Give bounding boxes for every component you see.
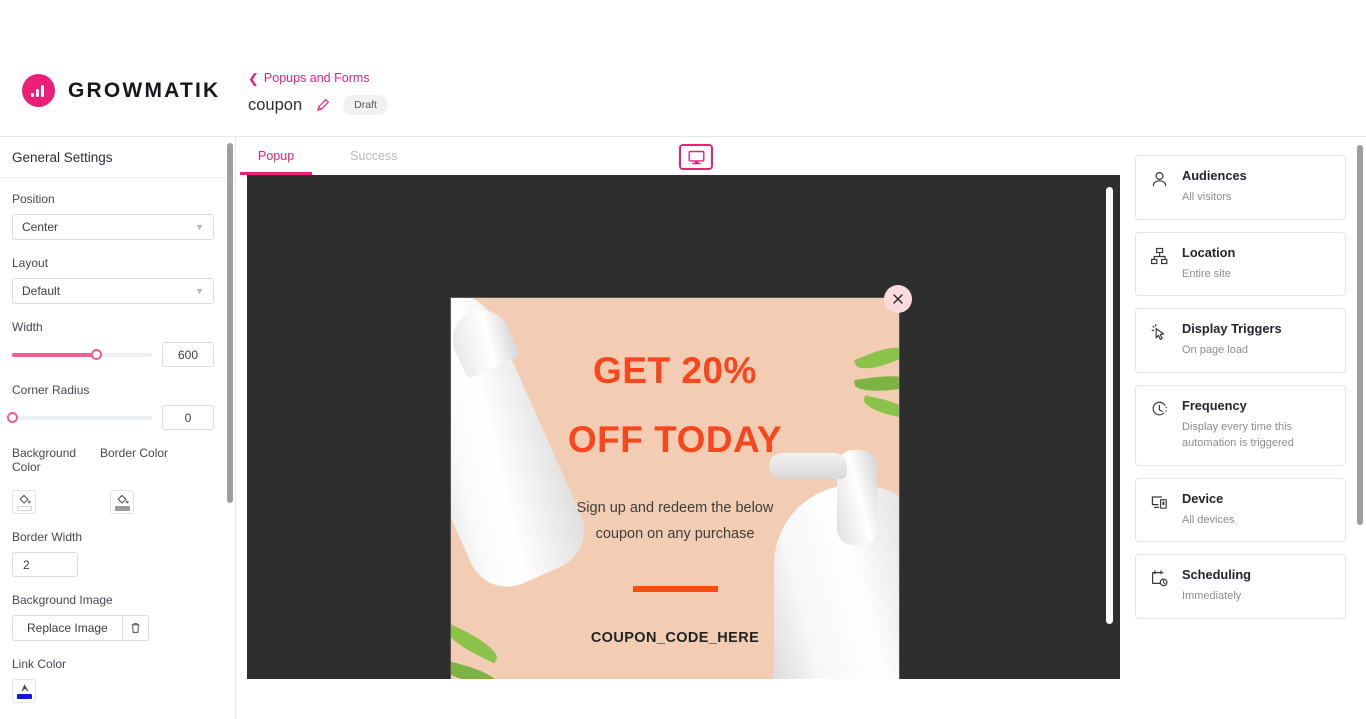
bar-chart-circle-logo-icon <box>22 74 55 107</box>
general-settings-panel: General Settings Position Center ▼ Layou… <box>0 137 236 719</box>
card-subtitle: All visitors <box>1182 191 1232 203</box>
corner-radius-input[interactable]: 0 <box>162 405 214 430</box>
border-width-input[interactable]: 2 <box>12 552 78 577</box>
card-title: Device <box>1182 490 1224 506</box>
position-value: Center <box>22 220 59 234</box>
person-icon <box>1152 171 1167 187</box>
paint-bucket-icon <box>116 494 129 504</box>
popup-creative[interactable]: GET 20% OFF TODAY Sign up and redeem the… <box>450 297 900 679</box>
card-subtitle: Display every time this automation is tr… <box>1182 420 1294 450</box>
background-color-picker[interactable] <box>12 490 36 514</box>
card-device[interactable]: Device All devices <box>1135 477 1346 542</box>
border-color-label: Border Color <box>100 446 169 460</box>
pencil-icon[interactable] <box>315 98 330 113</box>
popup-headline-line2: OFF TODAY <box>567 419 783 460</box>
layout-value: Default <box>22 284 61 298</box>
devices-icon <box>1151 495 1167 509</box>
right-panel-scrollbar[interactable] <box>1357 145 1363 525</box>
card-scheduling[interactable]: Scheduling Immediately <box>1135 554 1346 619</box>
tab-success[interactable]: Success <box>346 137 401 175</box>
width-label: Width <box>12 320 43 334</box>
position-select[interactable]: Center ▼ <box>12 214 214 240</box>
width-slider-knob[interactable] <box>91 348 102 360</box>
popup-coupon-code: COUPON_CODE_HERE <box>590 629 760 646</box>
corner-radius-label: Corner Radius <box>12 383 90 397</box>
paint-bucket-icon <box>18 494 31 504</box>
link-color-label: Link Color <box>12 657 67 671</box>
document-title-block: ❮ Popups and Forms coupon Draft <box>248 71 388 115</box>
card-frequency[interactable]: Frequency Display every time this automa… <box>1135 384 1346 466</box>
close-x-icon <box>893 294 903 304</box>
border-width-label: Border Width <box>12 530 83 544</box>
breadcrumb-back-link[interactable]: ❮ Popups and Forms <box>248 71 388 85</box>
cursor-click-icon <box>1151 324 1165 340</box>
canvas-scrollbar[interactable] <box>1106 187 1113 624</box>
popup-subtext: Sign up and redeem the below coupon on a… <box>577 496 774 548</box>
breadcrumb-label: Popups and Forms <box>263 71 370 85</box>
card-audiences[interactable]: Audiences All visitors <box>1135 155 1346 220</box>
card-subtitle: On page load <box>1182 344 1249 356</box>
popup-subtext-line1: Sign up and redeem the below <box>576 500 774 516</box>
chevron-down-icon: ▼ <box>195 286 204 296</box>
editor-canvas-area: Popup Success GET 20% OFF TODAY Sign up … <box>236 137 1120 719</box>
left-panel-scrollbar[interactable] <box>227 143 233 503</box>
card-title: Location <box>1182 244 1236 260</box>
link-color-picker[interactable] <box>12 679 36 703</box>
delete-image-button[interactable] <box>122 615 149 641</box>
card-subtitle: Immediately <box>1182 590 1242 602</box>
card-subtitle: All devices <box>1182 513 1235 526</box>
replace-image-button[interactable]: Replace Image <box>12 615 123 641</box>
popup-close-button[interactable] <box>884 285 912 313</box>
top-bar: GROWMATIK ❮ Popups and Forms coupon Draf… <box>0 61 1366 178</box>
card-display-triggers[interactable]: Display Triggers On page load <box>1135 308 1346 373</box>
background-image-label: Background Image <box>12 593 113 607</box>
width-input[interactable]: 600 <box>162 342 214 367</box>
layout-label: Layout <box>12 256 49 270</box>
settings-cards-panel: Audiences All visitors Location Entire s… <box>1120 137 1366 719</box>
corner-radius-slider-knob[interactable] <box>7 411 18 423</box>
corner-radius-slider[interactable] <box>7 411 152 423</box>
popup-divider <box>632 585 718 592</box>
tab-popup[interactable]: Popup <box>239 137 313 175</box>
preview-canvas: GET 20% OFF TODAY Sign up and redeem the… <box>247 175 1120 679</box>
popup-headline-line1: GET 20% <box>593 350 757 391</box>
status-badge: Draft <box>343 95 388 115</box>
desktop-preview-button[interactable] <box>679 144 713 170</box>
card-title: Frequency <box>1182 397 1247 413</box>
popup-subtext-line2: coupon on any purchase <box>595 525 755 542</box>
position-label: Position <box>12 192 55 206</box>
sitemap-icon <box>1151 247 1168 264</box>
calendar-clock-icon <box>1152 570 1168 587</box>
brand-name: GROWMATIK <box>68 78 221 102</box>
page-title: coupon <box>248 95 303 114</box>
chevron-down-icon: ▼ <box>195 222 204 232</box>
card-title: Audiences <box>1182 168 1247 183</box>
app-logo[interactable]: GROWMATIK <box>22 74 220 107</box>
desktop-monitor-icon <box>688 150 705 164</box>
trash-icon <box>131 623 140 633</box>
canvas-tabs: Popup Success <box>236 137 1120 175</box>
card-subtitle: Entire site <box>1182 267 1231 280</box>
card-title: Display Triggers <box>1182 321 1282 336</box>
clock-icon <box>1152 401 1167 415</box>
panel-heading: General Settings <box>0 137 235 178</box>
card-location[interactable]: Location Entire site <box>1135 231 1346 296</box>
background-color-label: Background Color <box>12 446 77 474</box>
width-slider[interactable] <box>12 348 152 360</box>
text-color-icon <box>21 684 28 691</box>
chevron-left-icon: ❮ <box>248 70 259 86</box>
layout-select[interactable]: Default ▼ <box>12 278 214 304</box>
card-title: Scheduling <box>1182 567 1251 582</box>
border-color-picker[interactable] <box>110 490 134 514</box>
